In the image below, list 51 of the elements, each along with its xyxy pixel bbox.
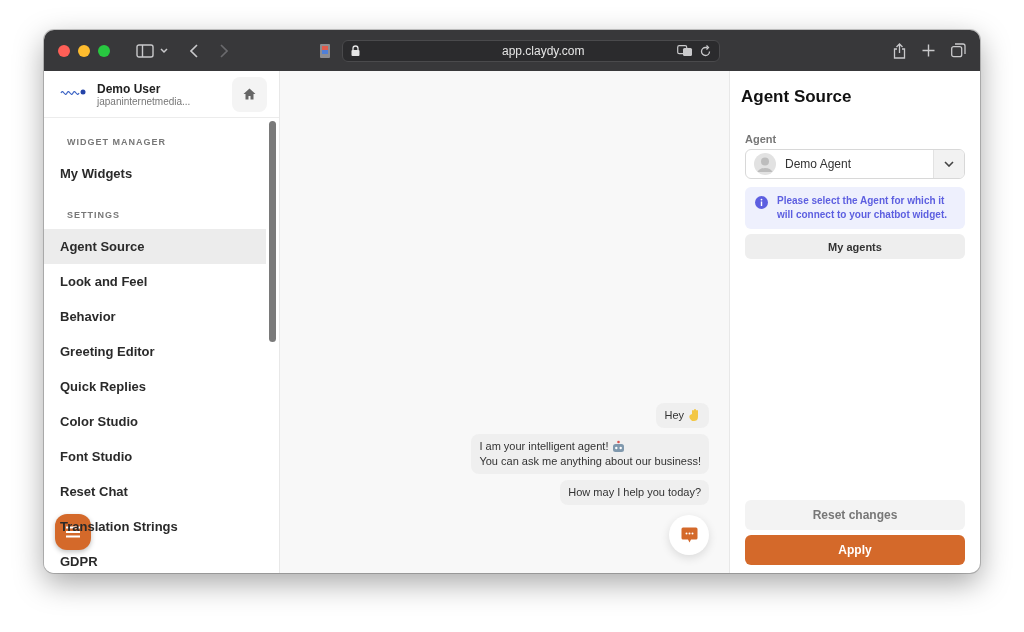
address-bar[interactable]: app.claydy.com	[342, 39, 720, 62]
sidebar-toggle-icon[interactable]	[136, 43, 154, 58]
tabs-icon[interactable]	[951, 43, 966, 58]
my-agents-button[interactable]: My agents	[745, 234, 965, 259]
message-text: How may I help you today?	[568, 485, 701, 500]
sidebar-item[interactable]: My Widgets	[44, 156, 266, 191]
minimize-icon[interactable]	[78, 44, 90, 57]
user-name: Demo User	[97, 81, 162, 96]
reset-button[interactable]: Reset changes	[745, 500, 965, 530]
panel-title: Agent Source	[741, 87, 853, 107]
message-text: I am your intelligent agent!	[479, 439, 609, 454]
sidebar-item[interactable]: Font Studio	[44, 439, 266, 474]
section-heading: SETTINGS	[66, 209, 121, 222]
chevron-down-icon[interactable]	[160, 47, 168, 54]
close-icon[interactable]	[58, 44, 70, 57]
field-label: Agent	[745, 133, 778, 145]
caret-icon	[944, 161, 954, 167]
scrollbar-thumb[interactable]	[269, 121, 276, 342]
apply-button[interactable]: Apply	[745, 535, 965, 565]
plus-icon[interactable]	[922, 44, 935, 57]
home-button[interactable]	[232, 76, 267, 112]
maximize-icon[interactable]	[98, 44, 110, 57]
sidebar-item[interactable]: GDPR	[44, 544, 266, 573]
sidebar-item[interactable]: Look and Feel	[44, 264, 266, 299]
url-text: app.claydy.com	[502, 43, 585, 58]
translate-icon[interactable]	[677, 44, 693, 57]
info-icon	[755, 196, 768, 209]
sidebar-item[interactable]: Quick Replies	[44, 369, 266, 404]
site-icon[interactable]	[320, 43, 330, 58]
user-email: japaninternetmedia...	[97, 95, 192, 107]
robot-icon	[612, 440, 626, 453]
sidebar-item[interactable]: Greeting Editor	[44, 334, 266, 369]
chat-launcher-button[interactable]	[669, 515, 709, 555]
avatar-icon	[754, 153, 776, 175]
reload-icon[interactable]	[700, 44, 711, 57]
sidebar-item[interactable]: Color Studio	[44, 404, 266, 439]
select-value: Demo Agent	[785, 157, 853, 171]
sidebar-item[interactable]: Agent Source	[44, 229, 266, 264]
info-text: Please select the Agent for which it will connect to your chatbot widget.	[777, 194, 948, 222]
chat-icon	[680, 527, 698, 543]
share-icon[interactable]	[893, 42, 906, 59]
waving-hand-icon	[688, 409, 701, 422]
home-icon	[243, 88, 256, 100]
back-icon[interactable]	[190, 43, 198, 58]
message-text: Hey	[664, 408, 684, 423]
sidebar-item[interactable]: Behavior	[44, 299, 266, 334]
sidebar-item[interactable]: Reset Chat	[44, 474, 266, 509]
section-heading: WIDGET MANAGER	[66, 136, 167, 149]
lock-icon	[351, 45, 360, 56]
agent-select[interactable]: Demo Agent	[745, 149, 965, 179]
message-text: You can ask me anything about our business!	[479, 454, 701, 469]
